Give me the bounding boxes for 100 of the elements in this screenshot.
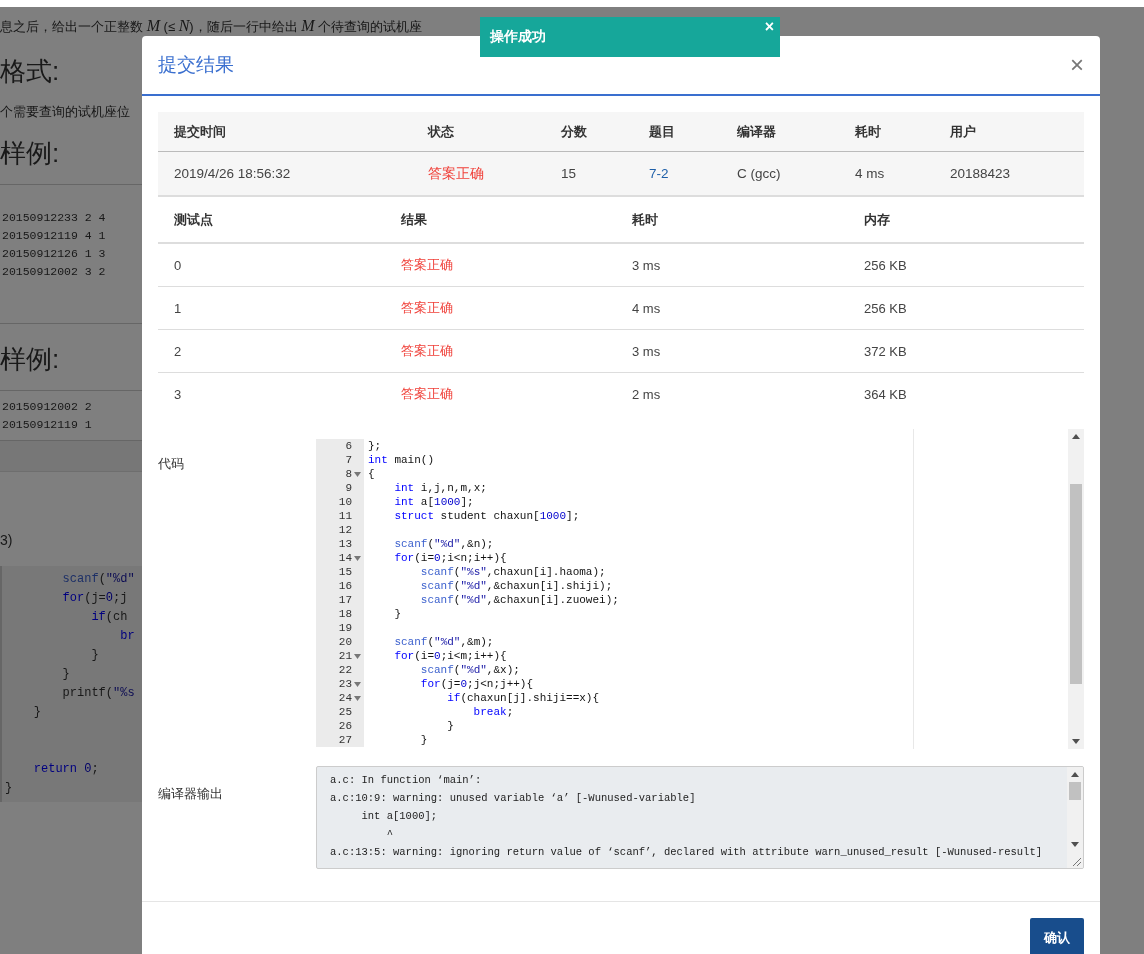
- table-cell-text: 364 KB: [863, 385, 908, 404]
- code-line: scanf("%d",&n);: [393, 537, 494, 551]
- line-number: 15: [316, 565, 364, 579]
- sample-line: 20150912119 1: [1, 417, 93, 433]
- table-cell: 4 ms: [616, 287, 848, 330]
- scrollbar-thumb[interactable]: [1069, 782, 1081, 800]
- code-line: int main(): [367, 453, 435, 467]
- code-line: scanf("%d",&chaxun[i].zuowei);: [419, 593, 619, 607]
- code-line: }: [61, 666, 71, 683]
- column-header: 用户: [934, 112, 1084, 152]
- scrollbar-thumb[interactable]: [1070, 484, 1082, 684]
- problem-link[interactable]: 7-2: [649, 166, 669, 181]
- table-cell: 15: [545, 152, 633, 197]
- line-number: 26: [316, 719, 364, 733]
- column-header: 测试点: [158, 197, 385, 244]
- code-line: if(ch: [90, 609, 129, 626]
- code-line: }: [4, 780, 14, 797]
- code-line: scanf("%d",&m);: [393, 635, 494, 649]
- section-heading: 样例:: [0, 137, 61, 170]
- statement-text: 个需要查询的试机座位: [0, 103, 131, 121]
- fold-arrow-icon[interactable]: [353, 653, 361, 659]
- fold-arrow-icon[interactable]: [353, 681, 361, 687]
- column-header: 状态: [412, 112, 545, 152]
- table-cell: C (gcc): [721, 152, 839, 197]
- line-number: 10: [316, 495, 364, 509]
- compiler-output-text: a.c: In function ‘main’: a.c:10:9: warning: unused variable ‘a’ [-Wunused-variable] int a[1000]; ^ a.c:13:5: warning: ignoring return value of ‘scanf’, declared with attribute warn_unused_result [-Wunused-result]: [329, 773, 1044, 860]
- line-number: 22: [316, 663, 364, 677]
- line-number: 21: [316, 649, 364, 663]
- code-line: }: [446, 719, 454, 733]
- code-line: }: [393, 607, 401, 621]
- code-line: scanf("%d": [61, 571, 136, 588]
- sample-line: 20150912002 2: [1, 399, 93, 415]
- code-line: }: [90, 647, 100, 664]
- table-cell: 256 KB: [848, 244, 1084, 287]
- code-line: scanf("%d",&x);: [419, 663, 520, 677]
- table-cell-text: 答案正确: [400, 385, 454, 403]
- scroll-down-icon[interactable]: [1071, 842, 1079, 847]
- section-heading: 格式:: [0, 55, 61, 88]
- table-cell: 答案正确: [385, 244, 616, 287]
- toast-message: 操作成功: [490, 28, 546, 46]
- code-line: struct student chaxun[1000];: [393, 509, 580, 523]
- line-number: 27: [316, 733, 364, 747]
- line-number: 20: [316, 635, 364, 649]
- table-cell: 答案正确: [385, 287, 616, 330]
- fold-arrow-icon[interactable]: [353, 555, 361, 561]
- column-header: 耗时: [616, 197, 848, 244]
- resize-handle-icon[interactable]: [1071, 856, 1081, 866]
- table-cell: 答案正确: [385, 330, 616, 373]
- close-button[interactable]: ×: [1070, 53, 1084, 77]
- editor-caption: 3): [0, 531, 14, 550]
- column-header: 内存: [848, 197, 1084, 244]
- code-line: int i,j,n,m,x;: [393, 481, 487, 495]
- line-number: 11: [316, 509, 364, 523]
- sample-line: 20150912002 3 2: [1, 264, 107, 280]
- field-label: 代码: [158, 455, 185, 473]
- code-line: {: [367, 467, 375, 481]
- scroll-up-icon[interactable]: [1071, 772, 1079, 777]
- scroll-up-icon[interactable]: [1072, 434, 1080, 439]
- code-line: }: [32, 704, 42, 721]
- code-line: };: [367, 439, 382, 453]
- table-cell-text: 3: [173, 385, 183, 404]
- line-number: 8: [316, 467, 364, 481]
- line-number: 14: [316, 551, 364, 565]
- table-cell: 4 ms: [839, 152, 934, 197]
- scrollbar[interactable]: [1067, 767, 1083, 868]
- compiler-output-box[interactable]: [316, 766, 1084, 869]
- code-line: int a[1000];: [393, 495, 474, 509]
- line-number: 24: [316, 691, 364, 705]
- sample-line: 20150912119 4 1: [1, 228, 107, 244]
- line-number: 12: [316, 523, 364, 537]
- column-header: 耗时: [839, 112, 934, 152]
- line-number: 19: [316, 621, 364, 635]
- line-number: 17: [316, 593, 364, 607]
- column-header: 编译器: [721, 112, 839, 152]
- field-label: 编译器输出: [158, 785, 224, 803]
- column-header: 题目: [633, 112, 721, 152]
- code-line: br: [119, 628, 136, 645]
- code-line: }: [419, 733, 428, 747]
- column-header: 结果: [385, 197, 616, 244]
- table-cell: 1: [158, 287, 385, 330]
- scroll-down-icon[interactable]: [1072, 739, 1080, 744]
- table-cell: 2019/4/26 18:56:32: [158, 152, 412, 197]
- section-heading: 样例:: [0, 343, 61, 376]
- confirm-button[interactable]: 确认: [1030, 918, 1084, 954]
- line-number: 23: [316, 677, 364, 691]
- line-number: 6: [316, 439, 364, 453]
- fold-arrow-icon[interactable]: [353, 695, 361, 701]
- table-cell: 答案正确: [412, 152, 545, 197]
- scrollbar[interactable]: [1068, 429, 1084, 749]
- code-line: for(i=0;i<n;i++){: [393, 551, 507, 565]
- table-cell: 2: [158, 330, 385, 373]
- table-cell: 256 KB: [848, 287, 1084, 330]
- code-line: break;: [472, 705, 514, 719]
- line-number: 25: [316, 705, 364, 719]
- code-line: scanf("%d",&chaxun[i].shiji);: [419, 579, 613, 593]
- column-header: 提交时间: [158, 112, 412, 152]
- table-cell: 3 ms: [616, 330, 848, 373]
- table-cell: 372 KB: [848, 330, 1084, 373]
- line-number: 16: [316, 579, 364, 593]
- fold-arrow-icon[interactable]: [353, 471, 361, 477]
